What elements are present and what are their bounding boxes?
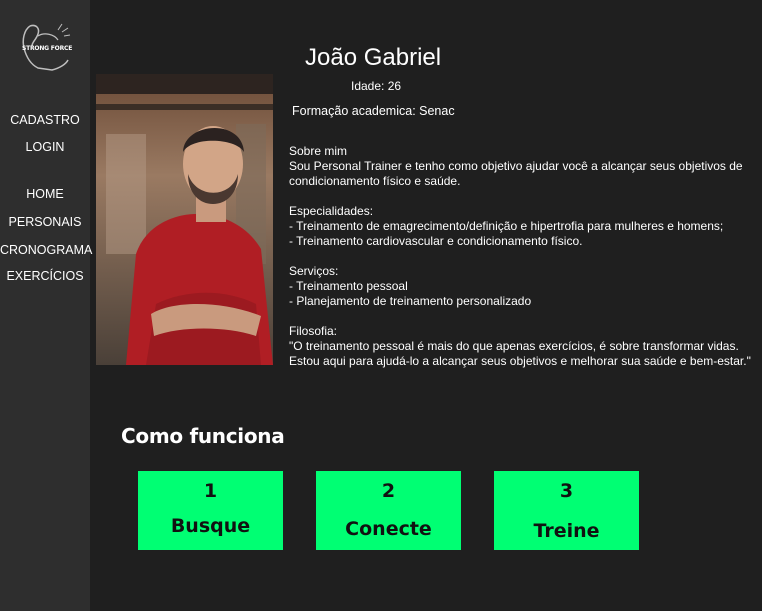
nav-personais[interactable]: PERSONAIS bbox=[0, 215, 90, 229]
step-number: 1 bbox=[203, 480, 218, 502]
bio-filosofia: Filosofia: "O treinamento pessoal é mais… bbox=[289, 324, 751, 368]
how-it-works-title: Como funciona bbox=[121, 424, 285, 448]
nav-home[interactable]: HOME bbox=[0, 187, 90, 201]
bio-servicos: Serviços: - Treinamento pessoal - Planej… bbox=[289, 264, 532, 308]
profile-formacao: Formação academica: Senac bbox=[292, 104, 455, 118]
step-number: 3 bbox=[559, 480, 574, 502]
step-label: Busque bbox=[170, 515, 251, 537]
nav-login[interactable]: LOGIN bbox=[0, 140, 90, 154]
profile-name: João Gabriel bbox=[305, 44, 442, 71]
step-label: Treine bbox=[533, 520, 600, 542]
profile-age: Idade: 26 bbox=[351, 79, 402, 93]
nav-cadastro[interactable]: CADASTRO bbox=[0, 113, 90, 127]
nav-cronograma[interactable]: CRONOGRAMA bbox=[0, 243, 92, 257]
step-number: 2 bbox=[381, 480, 396, 502]
step-label: Conecte bbox=[345, 518, 432, 540]
step-card-conecte[interactable]: 2 Conecte bbox=[316, 471, 461, 550]
profile-bio: Sobre mim Sou Personal Trainer e tenho c… bbox=[289, 144, 759, 384]
sidebar: STRONG FORCE CADASTRO LOGIN HOME PERSONA… bbox=[0, 0, 92, 611]
nav-exercicios[interactable]: EXERCÍCIOS bbox=[0, 269, 90, 283]
bio-sobre-mim: Sobre mim Sou Personal Trainer e tenho c… bbox=[289, 144, 743, 188]
trainer-photo bbox=[96, 74, 273, 365]
step-card-treine[interactable]: 3 Treine bbox=[494, 471, 639, 550]
bio-especialidades: Especialidades: - Treinamento de emagrec… bbox=[289, 204, 724, 248]
step-card-busque[interactable]: 1 Busque bbox=[138, 471, 283, 550]
logo-text: STRONG FORCE bbox=[22, 45, 73, 52]
